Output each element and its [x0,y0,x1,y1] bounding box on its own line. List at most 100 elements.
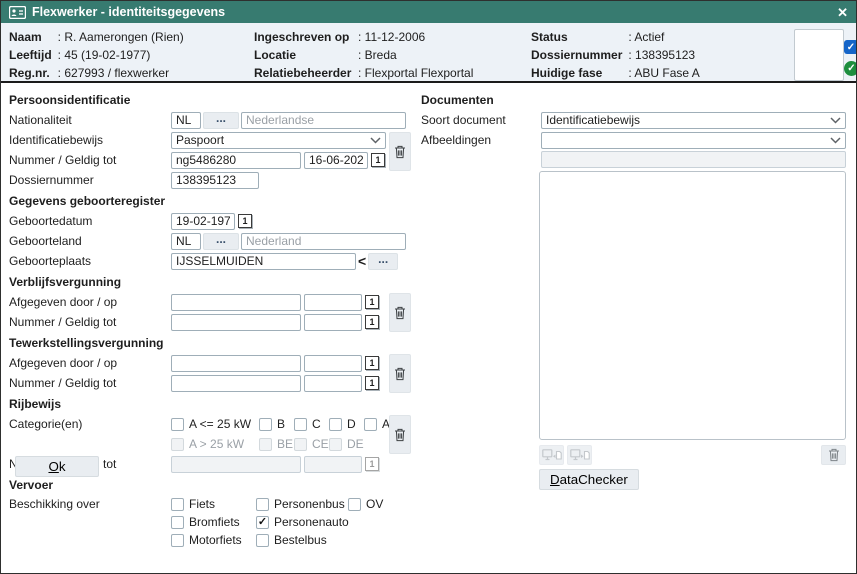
id-card-icon [9,6,26,19]
trash-icon[interactable] [821,445,846,465]
header-col-3: Status: Actief Dossiernummer: 138395123 … [531,29,700,81]
trash-icon[interactable] [389,354,411,393]
checkbox-motorfiets[interactable]: Motorfiets [171,533,256,547]
vervoer-row1: Beschikking over Fiets Personenbus OV [9,495,415,513]
header-col-1: Naam: R. Aamerongen (Rien) Leeftijd: 45 … [9,29,184,81]
afbeeldingen-label: Afbeeldingen [421,133,541,147]
record-header: Naam: R. Aamerongen (Rien) Leeftijd: 45 … [1,23,856,83]
calendar-icon[interactable]: 1 [371,153,385,167]
section-documenten: Documenten [421,89,847,110]
calendar-icon[interactable]: 1 [365,376,379,390]
status-label: Status [531,29,622,45]
trash-icon[interactable] [389,415,411,454]
vervoer-row3: Motorfiets Bestelbus [9,531,415,549]
verblijf-geldig-tot-input[interactable] [304,314,362,331]
geboorteland-code-input[interactable] [171,233,201,250]
document-filename-field [541,151,846,168]
locatie-value: : Breda [358,47,473,63]
beschikking-over-label: Beschikking over [9,497,171,511]
geboorteplaats-input[interactable] [171,253,356,270]
identity-form: Persoonsidentificatie Nationaliteit ... … [9,89,415,549]
verblijf-nummer-input[interactable] [171,314,301,331]
id-geldig-tot-input[interactable] [304,152,368,169]
identificatiebewijs-select[interactable]: Paspoort [171,132,386,149]
checkbox-be: BE [259,437,294,451]
nationaliteit-code-input[interactable] [171,112,201,129]
ingeschreven-label: Ingeschreven op [254,29,352,45]
verblijf-afgegeven-row: Afgegeven door / op 1 [9,292,415,312]
document-preview-area[interactable] [539,171,846,440]
nationaliteit-name-field [241,112,406,129]
checkbox-d[interactable]: D [329,417,364,431]
nationaliteit-lookup-button[interactable]: ... [203,112,239,129]
dossiernummer-input[interactable] [171,172,259,189]
section-verblijfsvergunning: Verblijfsvergunning [9,271,415,292]
title-bar[interactable]: Flexwerker - identiteitsgegevens ✕ [1,1,856,23]
nationaliteit-label: Nationaliteit [9,113,171,127]
huidige-fase-value: : ABU Fase A [628,65,699,81]
locatie-label: Locatie [254,47,352,63]
verblijf-afgegeven-label: Afgegeven door / op [9,295,171,309]
checkbox-bromfiets[interactable]: Bromfiets [171,515,256,529]
tewerk-afgegeven-door-input[interactable] [171,355,301,372]
geboorteplaats-label: Geboorteplaats [9,254,171,268]
photo-placeholder[interactable] [794,29,844,81]
soort-document-value: Identificatiebewijs [546,113,640,127]
checkbox-ov[interactable]: OV [348,497,383,511]
relatiebeheerder-value: : Flexportal Flexportal [358,65,473,81]
calendar-icon[interactable]: 1 [365,315,379,329]
calendar-icon[interactable]: 1 [238,214,252,228]
checkbox-a-lte-25kw[interactable]: A <= 25 kW [171,417,259,431]
checkbox-b[interactable]: B [259,417,294,431]
vervoer-row2: Bromfiets ✓Personenauto [9,513,415,531]
window-title: Flexwerker - identiteitsgegevens [32,5,225,19]
calendar-icon[interactable]: 1 [365,356,379,370]
geboortedatum-input[interactable] [171,213,235,230]
afbeeldingen-select[interactable] [541,132,846,149]
huidige-fase-label: Huidige fase [531,65,622,81]
trash-icon[interactable] [389,293,411,332]
verblijf-afgegeven-op-input[interactable] [304,294,362,311]
id-nummer-input[interactable] [171,152,301,169]
header-col-2: Ingeschreven op: 11-12-2006 Locatie: Bre… [254,29,473,81]
checkbox-bestelbus[interactable]: Bestelbus [256,533,327,547]
dossiernummer-value: : 138395123 [628,47,699,63]
naam-label: Naam [9,29,52,45]
tewerk-geldig-tot-input[interactable] [304,375,362,392]
document-filename-row [421,150,847,169]
section-persoonsidentificatie: Persoonsidentificatie [9,89,415,110]
status-value: : Actief [628,29,699,45]
id-nummer-row: Nummer / Geldig tot 1 [9,150,415,170]
calendar-icon[interactable]: 1 [365,295,379,309]
section-tewerkstellingsvergunning: Tewerkstellingsvergunning [9,332,415,353]
regnr-value: : 627993 / flexwerker [58,65,184,81]
close-icon[interactable]: ✕ [837,6,848,19]
ok-button[interactable]: Ok [15,456,99,477]
checkbox-personenbus[interactable]: Personenbus [256,497,348,511]
soort-document-select[interactable]: Identificatiebewijs [541,112,846,129]
status-ok-icon: ✓ [844,61,857,76]
datachecker-button[interactable]: DataChecker [539,469,639,490]
header-checked-checkbox[interactable]: ✓ [844,40,857,54]
geboorteland-row: Geboorteland ... [9,231,415,251]
relatiebeheerder-label: Relatiebeheerder [254,65,352,81]
chevron-left-icon[interactable]: < [358,253,366,269]
verblijf-afgegeven-door-input[interactable] [171,294,301,311]
geboorteplaats-lookup-button[interactable]: ... [368,253,398,270]
verblijf-nummer-row: Nummer / Geldig tot 1 [9,312,415,332]
checkbox-de: DE [329,437,364,451]
dossiernummer-row: Dossiernummer [9,170,415,190]
dossiernummer-label: Dossiernummer [531,47,622,63]
geboorteland-name-field [241,233,406,250]
checkbox-a-gt-25kw: A > 25 kW [171,437,259,451]
rijbewijs-categorien-row2: A > 25 kW BE CE DE [9,434,415,454]
checkbox-c[interactable]: C [294,417,329,431]
geboorteland-lookup-button[interactable]: ... [203,233,239,250]
tewerk-nummer-input[interactable] [171,375,301,392]
verblijf-nummer-label: Nummer / Geldig tot [9,315,171,329]
tewerk-afgegeven-op-input[interactable] [304,355,362,372]
identificatiebewijs-value: Paspoort [176,133,224,147]
trash-icon[interactable] [389,132,411,171]
checkbox-fiets[interactable]: Fiets [171,497,256,511]
checkbox-personenauto[interactable]: ✓Personenauto [256,515,348,529]
